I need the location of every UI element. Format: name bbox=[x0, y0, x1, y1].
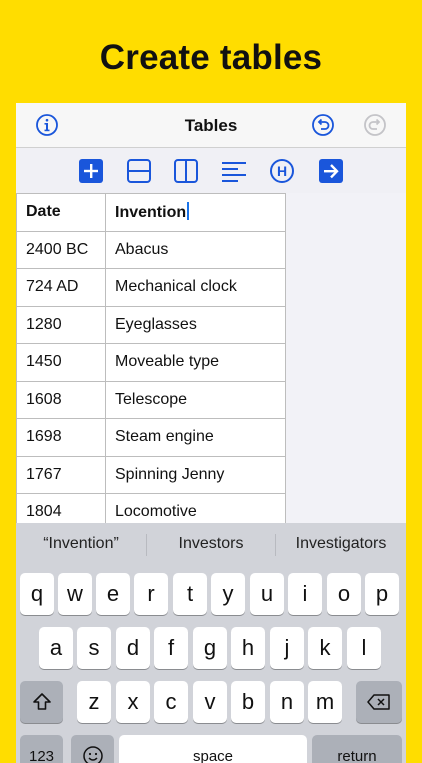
backspace-icon bbox=[367, 694, 390, 710]
promo-headline: Create tables bbox=[99, 38, 323, 77]
cell-text: Invention bbox=[115, 204, 187, 222]
table-row: 1767 Spinning Jenny bbox=[16, 455, 286, 494]
table-cell[interactable]: 2400 BC bbox=[16, 230, 106, 269]
table-row: 1450 Moveable type bbox=[16, 343, 286, 382]
key-d[interactable]: d bbox=[116, 627, 150, 669]
data-table: Date Invention 2400 BC Abacus 724 AD Mec… bbox=[16, 193, 286, 523]
table-cell[interactable]: 1280 bbox=[16, 305, 106, 344]
table-cell[interactable]: Spinning Jenny bbox=[105, 455, 286, 494]
key-m[interactable]: m bbox=[308, 681, 342, 723]
add-icon[interactable] bbox=[78, 158, 104, 184]
key-u[interactable]: u bbox=[250, 573, 284, 615]
key-z[interactable]: z bbox=[77, 681, 111, 723]
key-h[interactable]: h bbox=[231, 627, 265, 669]
key-r[interactable]: r bbox=[134, 573, 168, 615]
key-j[interactable]: j bbox=[270, 627, 304, 669]
key-p[interactable]: p bbox=[365, 573, 399, 615]
key-w[interactable]: w bbox=[58, 573, 92, 615]
suggestion-item[interactable]: Investigators bbox=[276, 535, 406, 553]
table-toolbar: H bbox=[16, 148, 406, 193]
table-row: 1608 Telescope bbox=[16, 380, 286, 419]
key-s[interactable]: s bbox=[77, 627, 111, 669]
next-cell-icon[interactable] bbox=[318, 158, 344, 184]
suggestion-item[interactable]: “Invention” bbox=[16, 535, 146, 553]
app-screen: Tables H Date Invention 2400 BC Abacus 7… bbox=[16, 103, 406, 763]
emoji-key[interactable] bbox=[71, 735, 114, 763]
key-x[interactable]: x bbox=[116, 681, 150, 723]
table-cell[interactable]: Eyeglasses bbox=[105, 305, 286, 344]
align-icon[interactable] bbox=[221, 158, 247, 184]
table-cell-active[interactable]: Invention bbox=[105, 193, 286, 232]
nav-title: Tables bbox=[184, 116, 238, 135]
keyboard: “Invention” Investors Investigators q w … bbox=[16, 523, 406, 763]
redo-icon[interactable] bbox=[363, 113, 387, 137]
svg-text:H: H bbox=[277, 163, 287, 179]
table-row: 724 AD Mechanical clock bbox=[16, 268, 286, 307]
table-row: 2400 BC Abacus bbox=[16, 230, 286, 269]
navigation-bar: Tables bbox=[16, 103, 406, 148]
insert-row-icon[interactable] bbox=[126, 158, 152, 184]
delete-key[interactable] bbox=[356, 681, 402, 723]
table-header-row: Date Invention bbox=[16, 193, 286, 232]
return-key[interactable]: return bbox=[312, 735, 402, 763]
key-c[interactable]: c bbox=[154, 681, 188, 723]
numbers-key[interactable]: 123 bbox=[20, 735, 63, 763]
table-cell[interactable]: 1450 bbox=[16, 343, 106, 382]
table-cell[interactable]: Date bbox=[16, 193, 106, 232]
text-cursor bbox=[187, 202, 190, 221]
key-v[interactable]: v bbox=[193, 681, 227, 723]
key-l[interactable]: l bbox=[347, 627, 381, 669]
key-i[interactable]: i bbox=[288, 573, 322, 615]
key-a[interactable]: a bbox=[39, 627, 73, 669]
emoji-icon bbox=[82, 746, 103, 763]
table-cell[interactable]: 1698 bbox=[16, 418, 106, 457]
key-g[interactable]: g bbox=[193, 627, 227, 669]
undo-icon[interactable] bbox=[311, 113, 335, 137]
key-q[interactable]: q bbox=[20, 573, 54, 615]
table-cell[interactable]: Locomotive bbox=[105, 493, 286, 523]
table-row: 1280 Eyeglasses bbox=[16, 305, 286, 344]
key-b[interactable]: b bbox=[231, 681, 265, 723]
table-cell[interactable]: 1804 bbox=[16, 493, 106, 523]
suggestion-bar: “Invention” Investors Investigators bbox=[16, 523, 406, 565]
key-o[interactable]: o bbox=[327, 573, 361, 615]
key-e[interactable]: e bbox=[96, 573, 130, 615]
key-t[interactable]: t bbox=[173, 573, 207, 615]
table-cell[interactable]: Mechanical clock bbox=[105, 268, 286, 307]
table-cell[interactable]: 1608 bbox=[16, 380, 106, 419]
table-row: 1804 Locomotive bbox=[16, 493, 286, 523]
table-view: Date Invention 2400 BC Abacus 724 AD Mec… bbox=[16, 193, 286, 523]
suggestion-item[interactable]: Investors bbox=[147, 535, 275, 553]
table-row: 1698 Steam engine bbox=[16, 418, 286, 457]
key-n[interactable]: n bbox=[270, 681, 304, 723]
key-k[interactable]: k bbox=[308, 627, 342, 669]
space-key[interactable]: space bbox=[119, 735, 307, 763]
key-f[interactable]: f bbox=[154, 627, 188, 669]
table-cell[interactable]: Moveable type bbox=[105, 343, 286, 382]
table-cell[interactable]: 724 AD bbox=[16, 268, 106, 307]
shift-key[interactable] bbox=[20, 681, 63, 723]
key-y[interactable]: y bbox=[211, 573, 245, 615]
shift-icon bbox=[32, 693, 51, 710]
table-cell[interactable]: Abacus bbox=[105, 230, 286, 269]
header-icon[interactable]: H bbox=[269, 158, 295, 184]
table-cell[interactable]: 1767 bbox=[16, 455, 106, 494]
table-cell[interactable]: Telescope bbox=[105, 380, 286, 419]
insert-column-icon[interactable] bbox=[173, 158, 199, 184]
table-cell[interactable]: Steam engine bbox=[105, 418, 286, 457]
